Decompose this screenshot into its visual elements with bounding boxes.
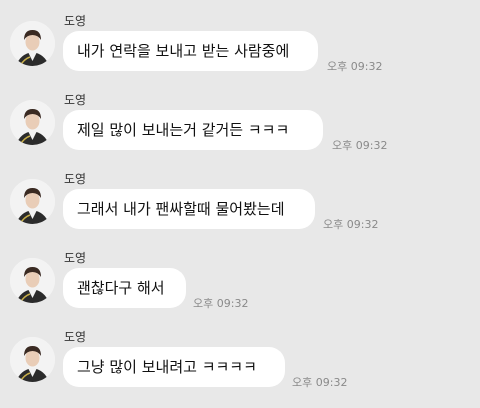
avatar[interactable] <box>10 21 55 66</box>
avatar[interactable] <box>10 179 55 224</box>
avatar[interactable] <box>10 337 55 382</box>
avatar[interactable] <box>10 258 55 303</box>
sender-name: 도영 <box>64 93 87 107</box>
message-time: 오후 09:32 <box>332 139 388 152</box>
message-bubble[interactable]: 내가 연락을 보내고 받는 사람중에 <box>63 31 318 71</box>
avatar[interactable] <box>10 100 55 145</box>
sender-name: 도영 <box>64 14 87 28</box>
chat-message: 도영 그래서 내가 팬싸할때 물어봤는데 오후 09:32 <box>0 164 480 242</box>
message-time: 오후 09:32 <box>323 218 379 231</box>
sender-name: 도영 <box>64 330 87 344</box>
message-bubble[interactable]: 그냥 많이 보내려고 ㅋㅋㅋㅋ <box>63 347 285 387</box>
message-time: 오후 09:32 <box>193 297 249 310</box>
chat-message: 도영 제일 많이 보내는거 같거든 ㅋㅋㅋ 오후 09:32 <box>0 85 480 163</box>
chat-message: 도영 내가 연락을 보내고 받는 사람중에 오후 09:32 <box>0 6 480 84</box>
message-bubble[interactable]: 그래서 내가 팬싸할때 물어봤는데 <box>63 189 315 229</box>
message-bubble[interactable]: 괜찮다구 해서 <box>63 268 186 308</box>
sender-name: 도영 <box>64 172 87 186</box>
chat-message: 도영 괜찮다구 해서 오후 09:32 <box>0 243 480 321</box>
chat-message: 도영 그냥 많이 보내려고 ㅋㅋㅋㅋ 오후 09:32 <box>0 322 480 400</box>
message-time: 오후 09:32 <box>327 60 383 73</box>
message-time: 오후 09:32 <box>292 376 348 389</box>
chat-message-list[interactable]: 도영 내가 연락을 보내고 받는 사람중에 오후 09:32 도영 제일 많이 … <box>0 0 480 408</box>
message-bubble[interactable]: 제일 많이 보내는거 같거든 ㅋㅋㅋ <box>63 110 323 150</box>
sender-name: 도영 <box>64 251 87 265</box>
